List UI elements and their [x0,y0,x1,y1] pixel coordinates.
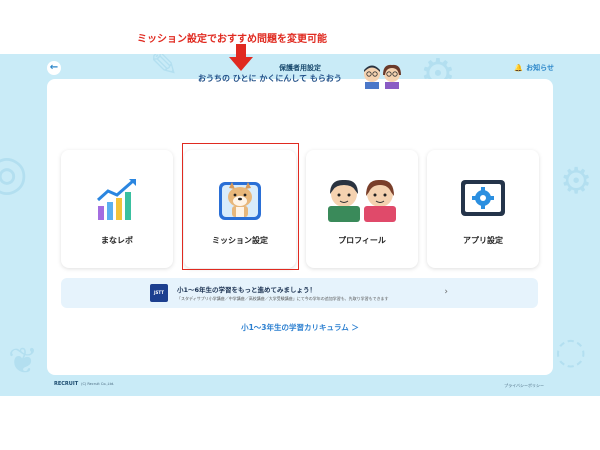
notice-button[interactable]: 🔔 お知らせ [514,63,554,73]
notice-label: お知らせ [526,64,554,72]
children-icon [328,179,396,222]
bar-chart-icon [96,179,136,220]
card-profile[interactable]: プロフィール [306,150,418,268]
decor-leaf-icon: ❦ [8,341,39,382]
decor-circle-icon: ◎ [0,145,28,201]
card-app-settings[interactable]: アプリ設定 [427,150,539,268]
decor-chart-icon: ⚙ [560,161,593,202]
recruit-logo: RECRUIT (C) Recruit Co.,Ltd. [54,381,114,387]
bell-icon: 🔔 [514,64,524,72]
kids-mini-icon [364,64,401,89]
curriculum-link[interactable]: 小1～3年生の学習カリキュラム ＞ [0,322,600,333]
page-title: 保護者用設定 [279,64,321,72]
card-label: プロフィール [338,236,386,245]
card-manarepo[interactable]: まなレポ [61,150,173,268]
gear-icon [461,180,505,216]
privacy-policy-link[interactable]: プライバシーポリシー [504,383,544,389]
card-label: アプリ設定 [463,236,503,245]
card-label: まなレポ [101,236,133,245]
arrow-down-icon [229,44,253,71]
annotation-text: ミッション設定でおすすめ問題を変更可能 [137,34,327,45]
banner-subtitle: 「スタディサプリ小学講座／中学講座／高校講座／大学受験講座」にて今の学年の追加学… [177,296,389,301]
chevron-right-icon: › [444,287,448,297]
studysapuri-logo: JSTT [150,284,168,302]
decor-spiral-icon: ◌ [555,331,587,372]
promo-banner[interactable]: JSTT 小1～6年生の学習をもっと進めてみましょう！ 「スタディサプリ小学講座… [61,278,538,308]
prompt-text: おうちの ひとに かくにんして もらおう [198,74,342,83]
brand-copyright: (C) Recruit Co.,Ltd. [81,382,115,386]
brand-name: RECRUIT [54,381,79,387]
banner-title: 小1～6年生の学習をもっと進めてみましょう！ [177,286,317,294]
highlight-box [182,143,299,270]
